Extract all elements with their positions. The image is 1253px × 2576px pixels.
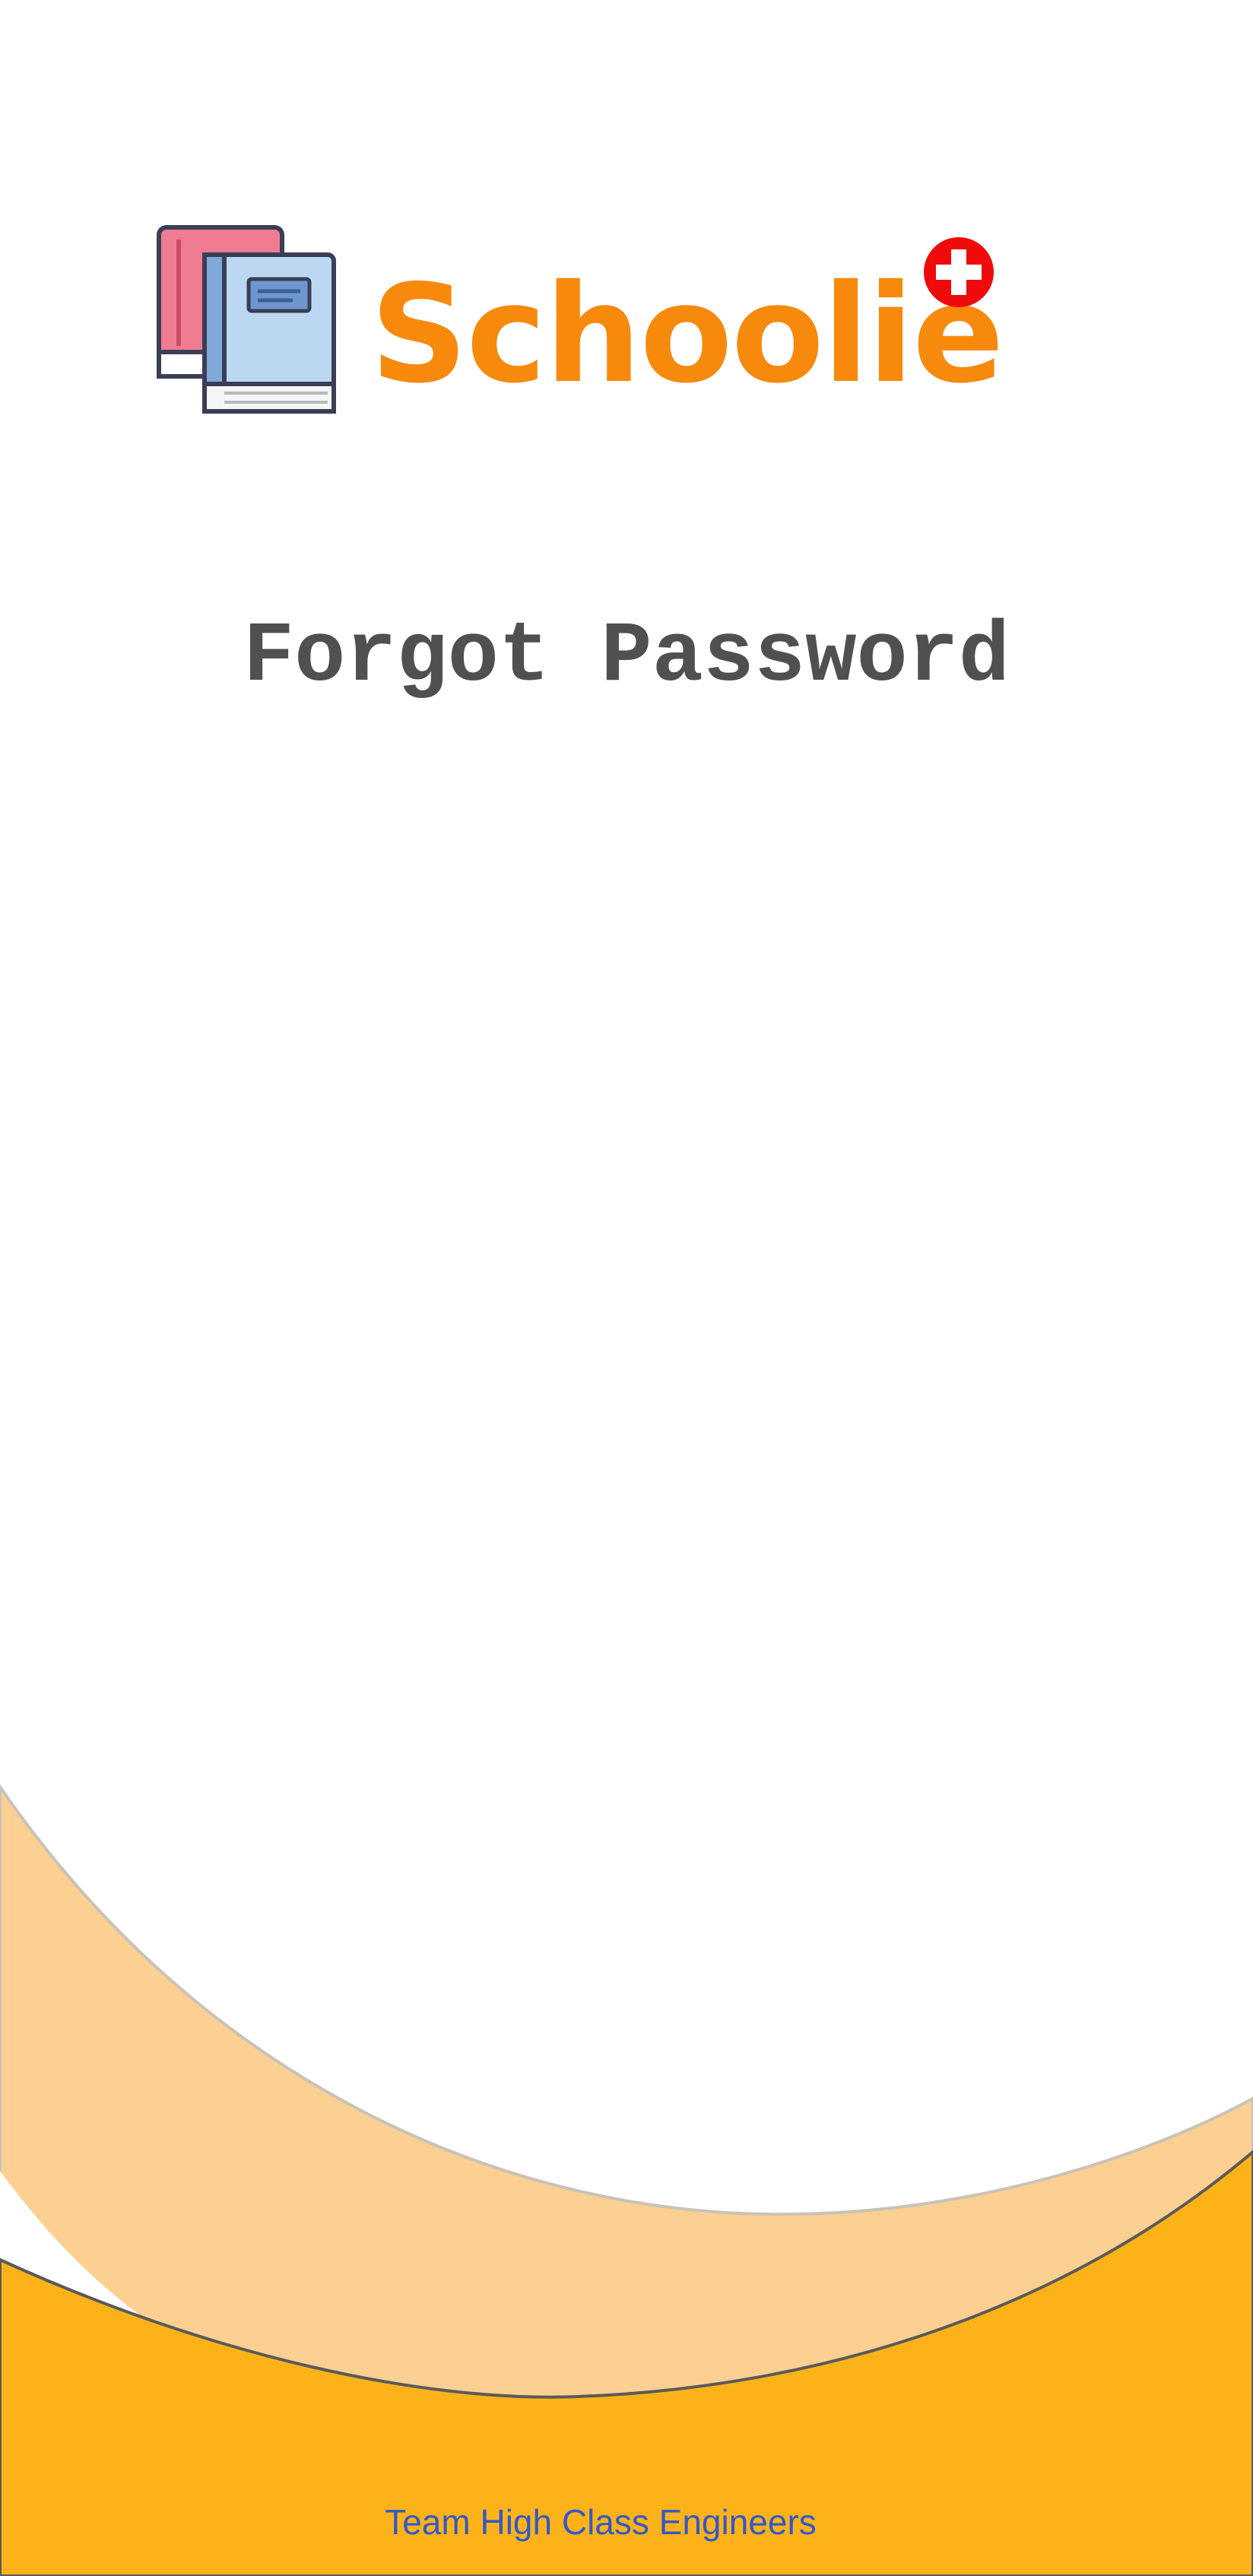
app-logo: Schoolie <box>156 224 1007 414</box>
footer-credit: Team High Class Engineers <box>385 2502 817 2542</box>
books-icon <box>157 225 336 414</box>
app-name: Schoolie <box>370 255 1004 413</box>
plus-badge-icon <box>924 237 994 307</box>
forgot-password-screen: Schoolie Forgot Password Team High Class… <box>0 0 1253 2576</box>
decorative-waves <box>0 1784 1253 2576</box>
page-title: Forgot Password <box>243 609 1010 706</box>
